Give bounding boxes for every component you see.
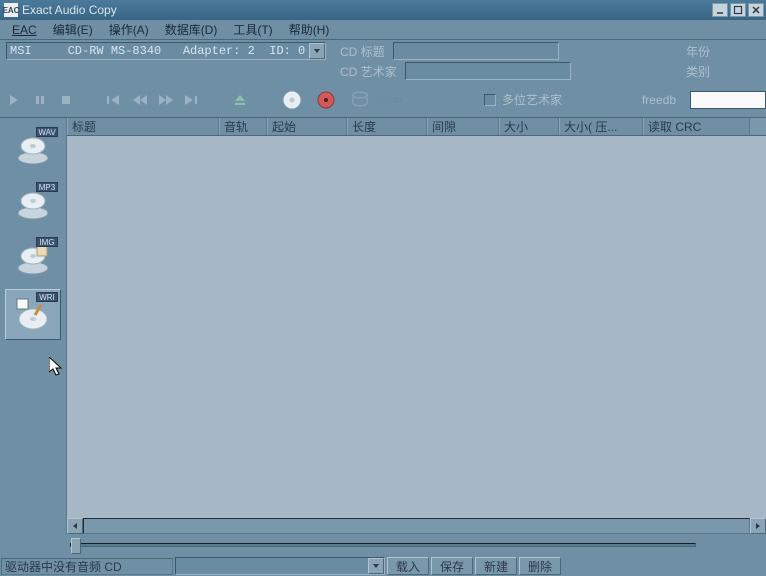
- menu-edit[interactable]: 编辑(E): [45, 19, 101, 40]
- close-button[interactable]: [748, 3, 764, 17]
- delete-button[interactable]: 删除: [519, 557, 561, 575]
- hscrollbar[interactable]: [67, 518, 766, 534]
- status-text: 驱动器中没有音频 CD: [1, 558, 173, 575]
- maximize-button[interactable]: [730, 3, 746, 17]
- forward-button[interactable]: [158, 92, 174, 108]
- drive-selector-dropdown[interactable]: [309, 43, 325, 59]
- col-tail: [750, 118, 766, 135]
- sidebar: WAV MP3 IMG WRI: [0, 118, 67, 534]
- track-list-area: 标题 音轨 起始 长度 间隙 大小 大小( 压... 读取 CRC: [67, 118, 766, 534]
- status-combo[interactable]: [175, 557, 385, 575]
- prev-track-button[interactable]: [106, 92, 122, 108]
- cd-artist-input[interactable]: [405, 62, 571, 80]
- cd-artist-label: CD 艺术家: [340, 63, 397, 80]
- freedb-text: freedb: [376, 95, 402, 105]
- seek-thumb[interactable]: [71, 538, 81, 554]
- column-headers: 标题 音轨 起始 长度 间隙 大小 大小( 压... 读取 CRC: [67, 118, 766, 136]
- window-title: Exact Audio Copy: [22, 3, 710, 17]
- multiartist-checkbox[interactable]: [484, 94, 496, 106]
- app-icon: EAC: [4, 3, 18, 17]
- status-bar: 驱动器中没有音频 CD 载入 保存 新建 删除: [0, 556, 766, 576]
- menu-help[interactable]: 帮助(H): [281, 19, 338, 40]
- menu-bar: EAC 编辑(E) 操作(A) 数据库(D) 工具(T) 帮助(H): [0, 20, 766, 40]
- scroll-left-button[interactable]: [67, 518, 83, 534]
- sidebar-wav[interactable]: WAV: [5, 124, 61, 175]
- play-button[interactable]: [6, 92, 22, 108]
- title-bar: EAC Exact Audio Copy: [0, 0, 766, 20]
- scroll-right-button[interactable]: [750, 518, 766, 534]
- cd-title-label: CD 标题: [340, 43, 385, 60]
- seek-track[interactable]: [70, 543, 696, 547]
- wav-badge: WAV: [36, 127, 58, 137]
- menu-tools[interactable]: 工具(T): [225, 19, 280, 40]
- col-size[interactable]: 大小: [499, 118, 559, 135]
- hscroll-track[interactable]: [83, 518, 750, 534]
- wri-badge: WRI: [36, 292, 58, 302]
- sidebar-wri[interactable]: WRI: [5, 289, 61, 340]
- col-gap[interactable]: 间隙: [427, 118, 499, 135]
- col-length[interactable]: 长度: [347, 118, 427, 135]
- col-compsize[interactable]: 大小( 压...: [559, 118, 643, 135]
- col-title[interactable]: 标题: [67, 118, 219, 135]
- record-icon[interactable]: [314, 88, 338, 112]
- col-track[interactable]: 音轨: [219, 118, 267, 135]
- seek-area: [0, 534, 766, 556]
- sidebar-img[interactable]: IMG: [5, 234, 61, 285]
- eject-button[interactable]: [232, 92, 248, 108]
- track-list[interactable]: [67, 136, 766, 518]
- col-start[interactable]: 起始: [267, 118, 347, 135]
- rewind-button[interactable]: [132, 92, 148, 108]
- playback-toolbar: freedb 多位艺术家 freedb: [0, 82, 766, 118]
- img-badge: IMG: [36, 237, 58, 247]
- load-button[interactable]: 载入: [387, 557, 429, 575]
- year-label: 年份: [686, 43, 710, 60]
- genre-label: 类别: [686, 63, 710, 80]
- status-combo-dropdown[interactable]: [368, 558, 384, 574]
- freedb-input[interactable]: [690, 91, 766, 109]
- main-area: WAV MP3 IMG WRI 标题 音轨 起始 长度 间隙 大小 大小( 压.…: [0, 118, 766, 534]
- freedb-icon[interactable]: [348, 88, 372, 112]
- minimize-button[interactable]: [712, 3, 728, 17]
- drive-selector-text: MSI CD-RW MS-8340 Adapter: 2 ID: 0: [7, 44, 309, 58]
- pause-button[interactable]: [32, 92, 48, 108]
- sidebar-mp3[interactable]: MP3: [5, 179, 61, 230]
- artist-row: CD 艺术家 类别: [0, 62, 766, 82]
- freedb-label: freedb: [642, 93, 676, 107]
- new-button[interactable]: 新建: [475, 557, 517, 575]
- next-track-button[interactable]: [184, 92, 200, 108]
- multiartist-label: 多位艺术家: [502, 91, 562, 108]
- save-button[interactable]: 保存: [431, 557, 473, 575]
- col-readcrc[interactable]: 读取 CRC: [643, 118, 750, 135]
- drive-row: MSI CD-RW MS-8340 Adapter: 2 ID: 0 CD 标题…: [0, 40, 766, 62]
- cd-icon[interactable]: [280, 88, 304, 112]
- cd-title-input[interactable]: [393, 42, 559, 60]
- mp3-badge: MP3: [36, 182, 58, 192]
- menu-eac[interactable]: EAC: [4, 21, 45, 39]
- menu-database[interactable]: 数据库(D): [157, 19, 226, 40]
- menu-action[interactable]: 操作(A): [101, 19, 157, 40]
- drive-selector[interactable]: MSI CD-RW MS-8340 Adapter: 2 ID: 0: [6, 42, 326, 60]
- stop-button[interactable]: [58, 92, 74, 108]
